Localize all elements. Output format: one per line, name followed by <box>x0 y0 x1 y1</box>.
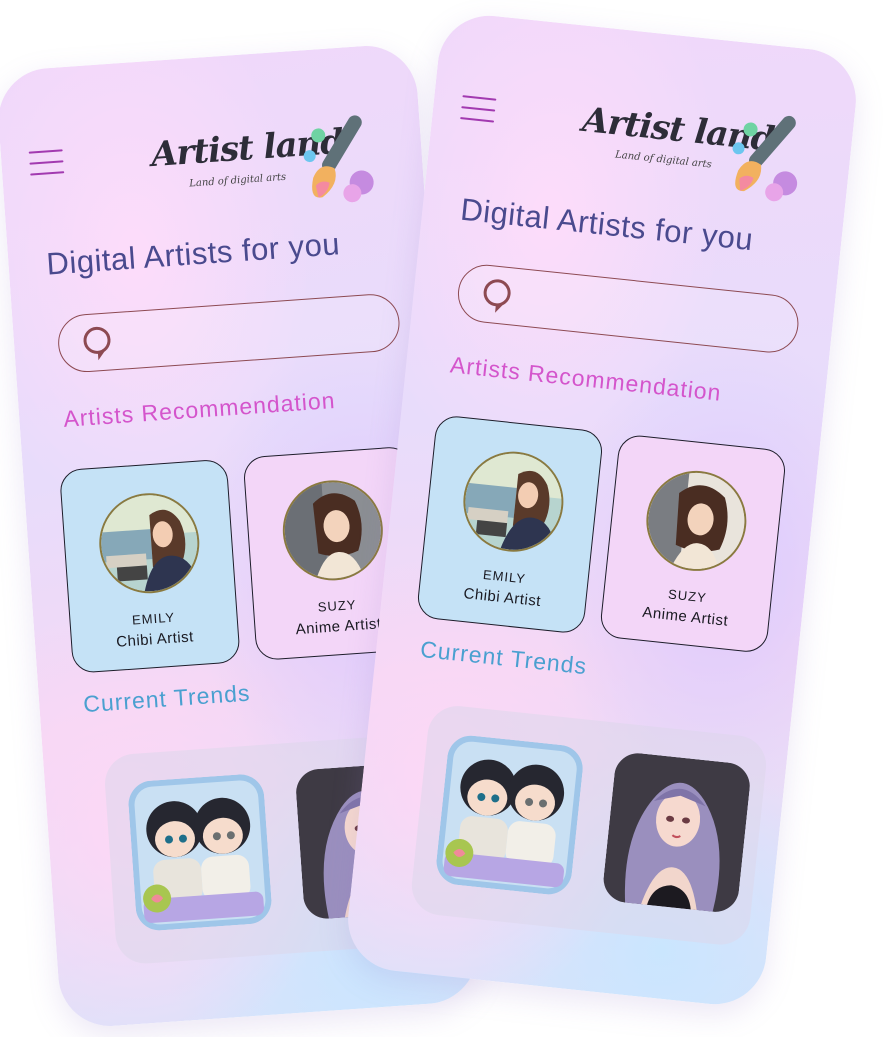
chibi-boys-artwork <box>436 735 583 895</box>
avatar <box>279 477 387 584</box>
search-icon[interactable] <box>78 322 121 365</box>
search-bar[interactable] <box>455 261 802 356</box>
logo-tagline: Land of digital arts <box>614 149 713 171</box>
recommendations-title: Artists Recommendation <box>62 386 337 432</box>
trends-title: Current Trends <box>82 679 252 718</box>
artist-avatar-image <box>98 491 201 595</box>
artist-card-emily[interactable]: EMILY Chibi Artist <box>58 458 241 674</box>
trends-title: Current Trends <box>419 635 589 680</box>
artist-card-suzy[interactable]: SUZY Anime Artist <box>598 433 788 654</box>
hamburger-menu-icon[interactable] <box>28 149 65 177</box>
anime-girl-portrait <box>601 750 753 915</box>
recommendations-title: Artists Recommendation <box>449 351 723 406</box>
artist-avatar-image <box>643 468 750 574</box>
chibi-boys-artwork <box>128 774 272 931</box>
search-bar[interactable] <box>56 292 402 375</box>
logo-tagline: Land of digital arts <box>188 171 287 190</box>
hamburger-menu-icon[interactable] <box>460 95 497 124</box>
app-logo: Artist land Land of digital arts <box>149 101 386 227</box>
avatar <box>458 446 569 557</box>
trend-card-anime[interactable] <box>601 750 753 915</box>
trends-panel <box>408 703 770 948</box>
trend-card-chibi[interactable] <box>434 733 585 896</box>
page-heading: Digital Artists for you <box>45 226 342 282</box>
mockup-stage: Artist land Land of digital arts Digital… <box>0 0 894 1037</box>
search-input[interactable] <box>526 282 780 343</box>
avatar <box>641 465 752 576</box>
paint-brush-icon <box>303 115 374 203</box>
search-icon[interactable] <box>477 274 521 318</box>
artist-avatar-image <box>460 448 567 555</box>
paint-brush-icon <box>732 115 798 202</box>
artist-card-emily[interactable]: EMILY Chibi Artist <box>415 414 605 635</box>
trend-card-chibi[interactable] <box>127 773 273 932</box>
artist-avatar-image <box>281 479 385 582</box>
app-logo: Artist land Land of digital arts <box>575 82 815 215</box>
avatar <box>95 489 203 597</box>
search-input[interactable] <box>127 306 380 359</box>
